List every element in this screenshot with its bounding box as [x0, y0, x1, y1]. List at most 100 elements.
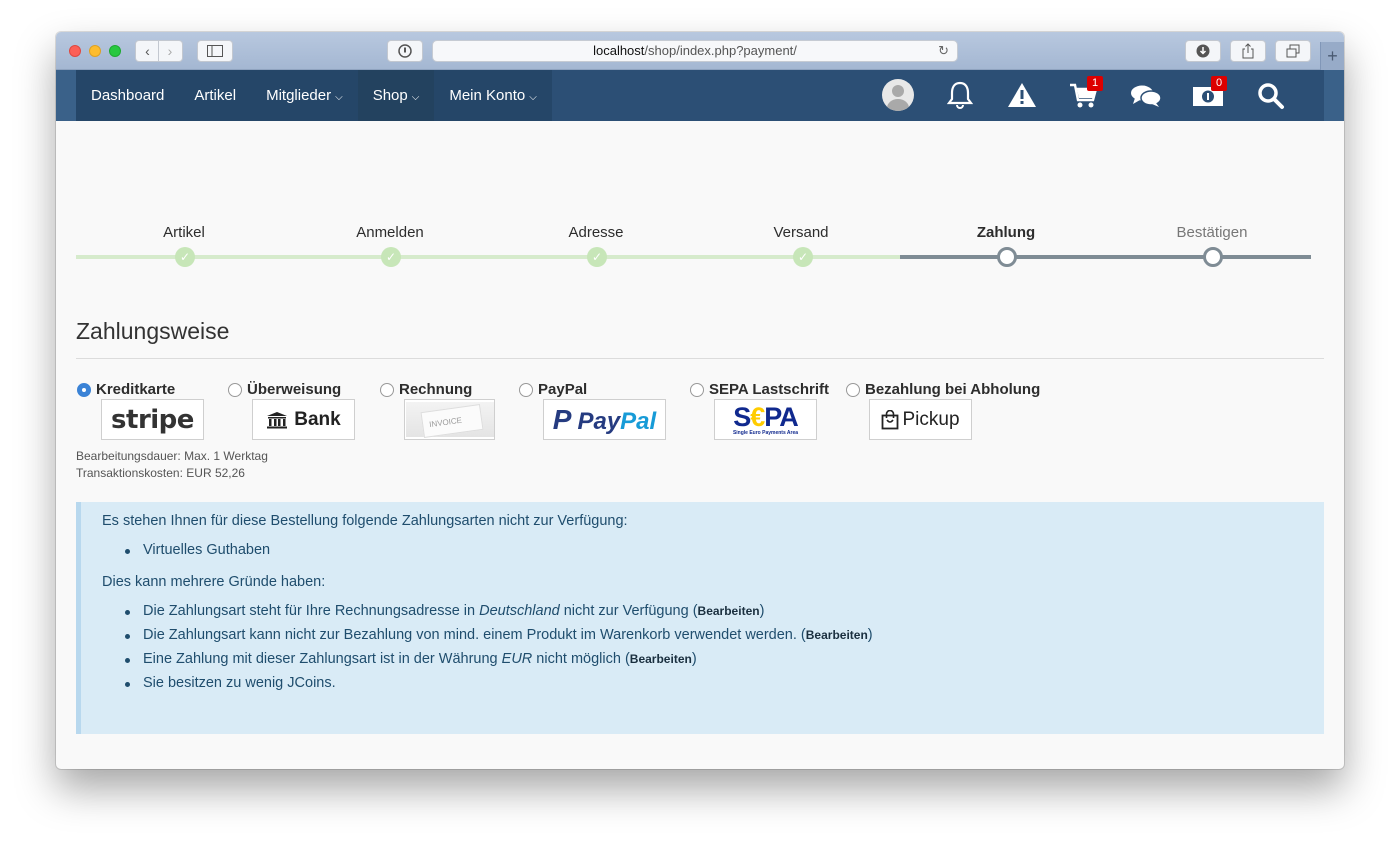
edit-cart-link[interactable]: Bearbeiten	[806, 628, 868, 642]
logo-text: INVOICE	[419, 403, 484, 439]
unavailable-methods-list: Virtuelles Guthaben	[102, 542, 1324, 558]
sidebar-button[interactable]	[197, 40, 233, 62]
nav-item-artikel[interactable]: Artikel	[179, 70, 252, 121]
payment-radio-rechnung[interactable]	[380, 383, 394, 397]
payment-option-paypal[interactable]: PayPal P PayPal	[519, 381, 669, 441]
step-artikel[interactable]: Artikel	[104, 224, 264, 241]
payment-option-rechnung[interactable]: Rechnung INVOICE	[380, 381, 500, 441]
chat-bubbles-icon	[1131, 85, 1162, 107]
unavailable-payments-notice: Es stehen Ihnen für diese Bestellung fol…	[76, 502, 1324, 734]
tabs-button[interactable]	[1275, 40, 1311, 62]
url-host: localhost	[593, 43, 645, 58]
logo-subtitle: Single Euro Payments Area	[732, 429, 799, 436]
jcoins-button[interactable]: 0	[1177, 70, 1239, 121]
sepa-logo[interactable]: S€PA Single Euro Payments Area	[714, 399, 817, 440]
minimize-window-button[interactable]	[89, 45, 101, 57]
close-window-button[interactable]	[69, 45, 81, 57]
payment-label[interactable]: Rechnung	[399, 381, 472, 398]
payment-label[interactable]: Überweisung	[247, 381, 341, 398]
notifications-button[interactable]	[929, 70, 991, 121]
payment-option-kreditkarte[interactable]: Kreditkarte stripe	[77, 381, 227, 441]
payment-label[interactable]: SEPA Lastschrift	[709, 381, 829, 398]
transaction-cost: Transaktionskosten: EUR 52,26	[76, 466, 245, 480]
paypal-logo[interactable]: P PayPal	[543, 399, 666, 440]
nav-item-shop[interactable]: Shop ⌵	[357, 70, 435, 121]
step-adresse[interactable]: Adresse	[516, 224, 676, 241]
checkout-progress: Artikel Anmelden Adresse Versand Zahlung…	[76, 222, 1311, 272]
invoice-logo[interactable]: INVOICE	[404, 399, 495, 440]
warnings-button[interactable]	[991, 70, 1053, 121]
logo-text: Bank	[294, 408, 341, 430]
reason-text: nicht zur Verfügung (	[559, 603, 698, 619]
download-button[interactable]	[1185, 40, 1221, 62]
stripe-logo[interactable]: stripe	[101, 399, 204, 440]
logo-pay: Pay	[577, 407, 621, 435]
check-icon: ✓	[587, 247, 607, 267]
zoom-window-button[interactable]	[109, 45, 121, 57]
reason-text: Die Zahlungsart steht für Ihre Rechnungs…	[143, 603, 480, 619]
logo-pal: Pal	[620, 407, 657, 435]
payment-radio-abholung[interactable]	[846, 383, 860, 397]
nav-label: Mein Konto	[449, 87, 526, 104]
payment-option-sepa[interactable]: SEPA Lastschrift S€PA Single Euro Paymen…	[690, 381, 840, 441]
nav-label: Artikel	[194, 87, 237, 104]
paypal-p-icon: P	[552, 403, 572, 435]
logo-s: S	[733, 401, 751, 432]
edit-billing-address-link[interactable]: Bearbeiten	[698, 604, 760, 618]
payment-radio-ueberweisung[interactable]	[228, 383, 242, 397]
search-button[interactable]	[1239, 70, 1301, 121]
edit-currency-link[interactable]: Bearbeiten	[630, 652, 692, 666]
logo-pa: PA	[764, 401, 799, 432]
bank-logo[interactable]: Bank	[252, 399, 355, 440]
chevron-right-icon[interactable]: ›	[159, 41, 181, 61]
pickup-logo[interactable]: Pickup	[869, 399, 972, 440]
new-tab-button[interactable]: +	[1320, 42, 1344, 70]
logo-text: P PayPal	[553, 404, 656, 436]
section-divider	[76, 358, 1324, 359]
list-item: Die Zahlungsart steht für Ihre Rechnungs…	[102, 603, 1324, 619]
browser-toolbar: ‹ › localhost/shop/index.php?payment/ ↻ +	[56, 32, 1344, 70]
payment-option-ueberweisung[interactable]: Überweisung Bank	[228, 381, 358, 441]
cart-button[interactable]: 1	[1053, 70, 1115, 121]
payment-radio-sepa[interactable]	[690, 383, 704, 397]
processing-time: Bearbeitungsdauer: Max. 1 Werktag	[76, 449, 268, 463]
tabs-icon	[1286, 44, 1300, 58]
reason-text: Die Zahlungsart kann nicht zur Bezahlung…	[143, 627, 806, 643]
share-button[interactable]	[1230, 40, 1266, 62]
conversations-button[interactable]	[1115, 70, 1177, 121]
url-path: /shop/index.php?payment/	[644, 43, 797, 58]
user-menu-button[interactable]	[867, 70, 929, 121]
app-navbar: Dashboard Artikel Mitglieder ⌵ Shop ⌵ Mein…	[56, 70, 1344, 121]
progress-track-done	[76, 255, 900, 259]
chevron-down-icon: ⌵	[335, 92, 343, 103]
sepa-logo-mark: S€PA Single Euro Payments Area	[732, 401, 799, 436]
avatar	[882, 79, 914, 111]
step-marker-current	[997, 247, 1017, 267]
notice-reasons-intro: Dies kann mehrere Gründe haben:	[102, 574, 326, 590]
nav-item-mein-konto[interactable]: Mein Konto ⌵	[434, 70, 552, 121]
payment-option-abholung[interactable]: Bezahlung bei Abholung Pickup	[846, 381, 1046, 441]
step-marker-future	[1203, 247, 1223, 267]
reason-country: Deutschland	[479, 603, 560, 619]
step-versand[interactable]: Versand	[721, 224, 881, 241]
shopping-bag-icon	[882, 409, 899, 429]
payment-label[interactable]: Kreditkarte	[96, 381, 175, 398]
nav-item-dashboard[interactable]: Dashboard	[76, 70, 180, 121]
reload-icon[interactable]: ↻	[938, 41, 949, 61]
sidebar-icon	[207, 45, 223, 57]
nav-label: Dashboard	[91, 87, 165, 104]
payment-radio-kreditkarte[interactable]	[77, 383, 91, 397]
nav-label: Mitglieder	[266, 87, 332, 104]
reason-text: )	[691, 651, 697, 667]
payment-label[interactable]: Bezahlung bei Abholung	[865, 381, 1040, 398]
step-anmelden[interactable]: Anmelden	[310, 224, 470, 241]
address-bar[interactable]: localhost/shop/index.php?payment/ ↻	[432, 40, 958, 62]
search-icon	[1258, 83, 1284, 109]
reader-button[interactable]	[387, 40, 423, 62]
payment-label[interactable]: PayPal	[538, 381, 587, 398]
payment-radio-paypal[interactable]	[519, 383, 533, 397]
progress-track-remaining	[900, 255, 1311, 259]
nav-item-mitglieder[interactable]: Mitglieder ⌵	[251, 70, 358, 121]
chevron-left-icon[interactable]: ‹	[137, 41, 159, 61]
invoice-image: INVOICE	[405, 402, 494, 439]
